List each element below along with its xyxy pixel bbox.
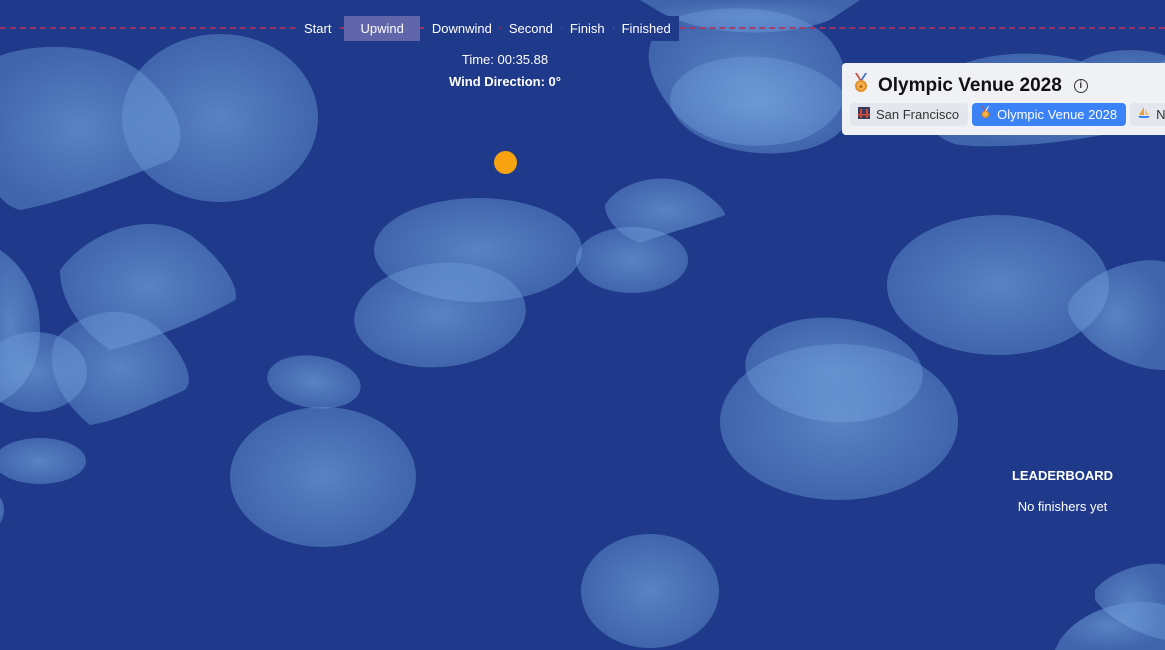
wind-patch [230, 407, 416, 547]
venue-tab-olympic-venue-2028[interactable]: Olympic Venue 2028 [972, 103, 1127, 126]
stage-start: Start [296, 16, 340, 41]
venue-header: ★ Olympic Venue 2028 i [852, 73, 1088, 98]
sailboat-icon [1138, 103, 1151, 126]
venue-tab-label: Olympic Venue 2028 [997, 107, 1118, 122]
medal-icon [980, 103, 991, 126]
leaderboard-empty-message: No finishers yet [1017, 499, 1108, 514]
medal-icon: ★ [852, 73, 870, 98]
wind-patch [581, 534, 719, 648]
wind-patch [0, 438, 86, 484]
venue-tab-label: San Francisco [876, 107, 960, 122]
stage-second: Second [500, 16, 561, 41]
stage-finish: Finish [561, 16, 613, 41]
venue-tab-san-francisco[interactable]: San Francisco [850, 103, 969, 126]
venue-tabs: San Francisco Olympic Venue 2028 N [850, 103, 1165, 126]
race-stage-bar: Start Upwind Downwind Second Finish Fini… [296, 16, 680, 41]
venue-tab-label: N [1156, 107, 1165, 122]
player-boat[interactable] [494, 151, 517, 174]
wind-patch [1055, 601, 1165, 650]
bridge-icon [858, 103, 870, 126]
stage-upwind: Upwind [344, 16, 420, 41]
svg-text:★: ★ [858, 84, 863, 91]
wind-patch [0, 497, 4, 523]
venue-title: Olympic Venue 2028 [878, 74, 1062, 96]
wind-patch [720, 344, 958, 500]
leaderboard-title: LEADERBOARD [1011, 468, 1114, 483]
wind-patch [267, 355, 361, 409]
race-timer: Time: 00:35.88 [461, 52, 549, 67]
venue-tab-next[interactable]: N [1130, 103, 1165, 126]
stage-finished: Finished [613, 16, 679, 41]
wind-direction: Wind Direction: 0° [449, 74, 561, 89]
wind-patch [122, 34, 318, 202]
info-icon[interactable]: i [1073, 78, 1088, 93]
race-course: Start Upwind Downwind Second Finish Fini… [0, 0, 1165, 650]
wind-patch [605, 178, 725, 243]
stage-downwind: Downwind [423, 16, 500, 41]
venue-panel: ★ Olympic Venue 2028 i San Francisco Oly… [842, 63, 1165, 135]
wind-patch [887, 215, 1109, 355]
